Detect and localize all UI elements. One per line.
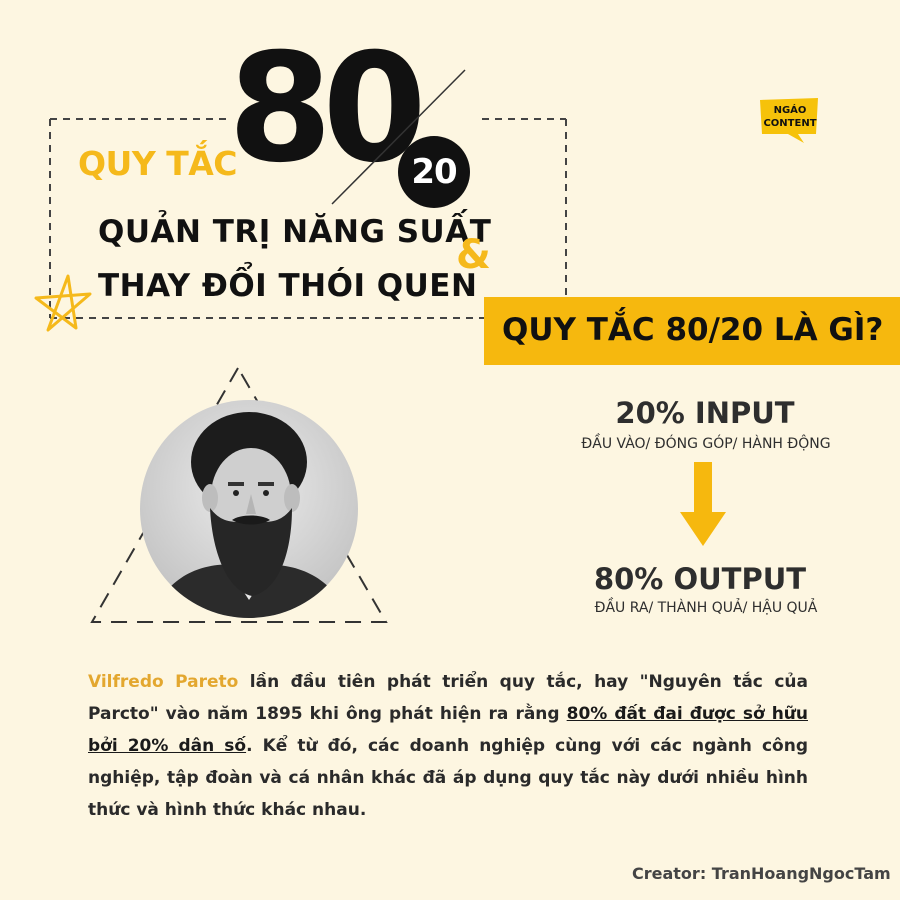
subtitle-line-2: THAY ĐỔI THÓI QUEN: [98, 268, 478, 304]
pareto-name: Vilfredo Pareto: [88, 672, 239, 692]
output-title: 80% OUTPUT: [593, 562, 807, 596]
pareto-paragraph: Vilfredo Pareto lần đầu tiên phát triển …: [88, 666, 808, 826]
down-arrow-icon: [680, 462, 726, 546]
input-subtitle: ĐẦU VÀO/ ĐÓNG GÓP/ HÀNH ĐỘNG: [581, 436, 831, 452]
star-doodle-icon: [34, 274, 92, 332]
ampersand: &: [456, 232, 491, 278]
badge-number-20: 20: [398, 136, 470, 208]
logo-line-1: NGÁO: [773, 105, 807, 116]
rule-label: QUY TẮC: [78, 144, 238, 183]
subtitle-line-1: QUẢN TRỊ NĂNG SUẤT: [98, 214, 492, 250]
output-subtitle: ĐẦU RA/ THÀNH QUẢ/ HẬU QUẢ: [594, 600, 818, 616]
question-text: QUY TẮC 80/20 LÀ GÌ?: [502, 312, 884, 348]
input-title: 20% INPUT: [615, 396, 795, 430]
creator-credit: Creator: TranHoangNgocTam: [632, 864, 891, 883]
big-number-80: 80: [228, 22, 427, 196]
pareto-portrait: [140, 400, 358, 618]
logo-text: NGÁO CONTENT: [760, 104, 820, 130]
logo-line-2: CONTENT: [763, 118, 817, 129]
